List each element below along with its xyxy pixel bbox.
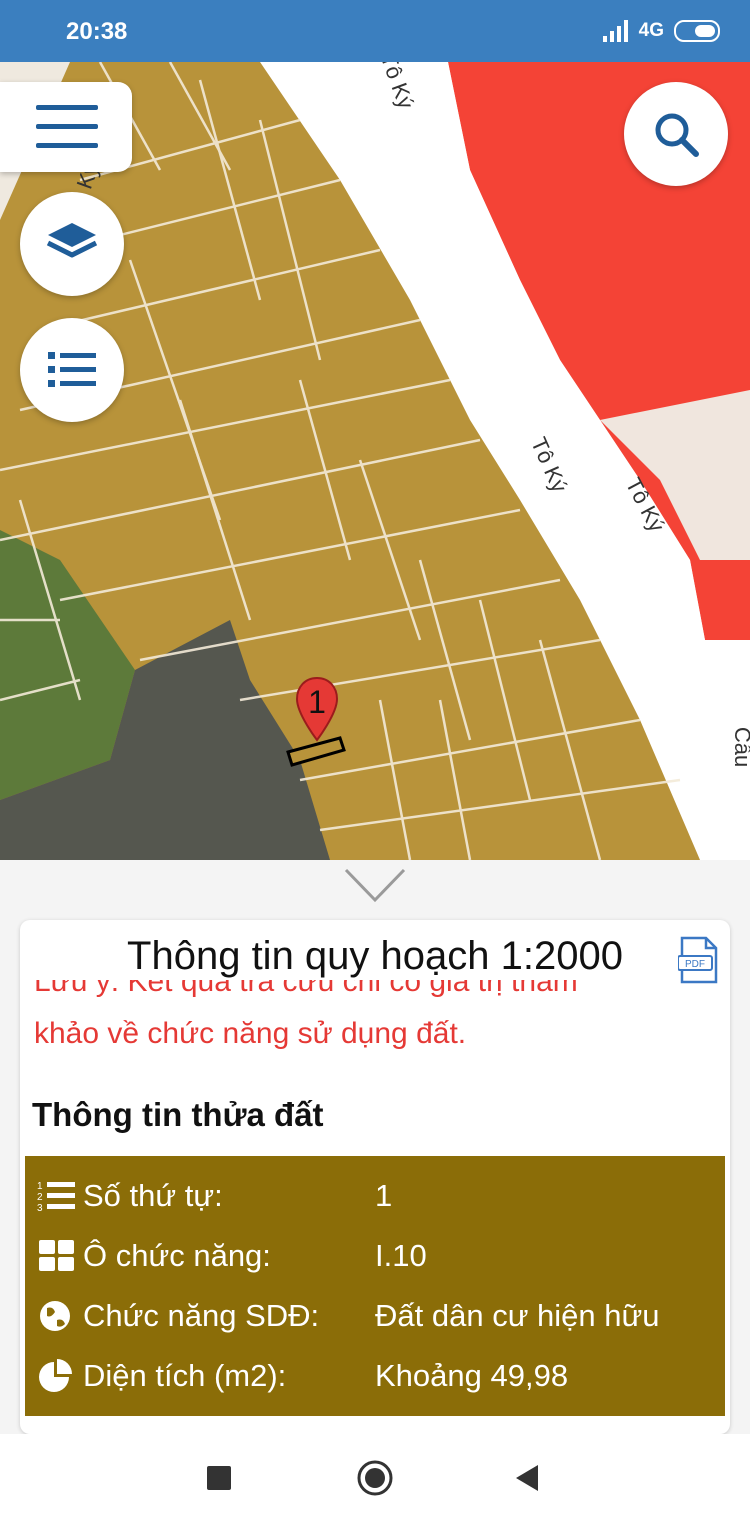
pie-chart-icon [39,1359,72,1392]
status-bar: 20:38 4G [0,0,750,62]
row-value: Khoảng 49,98 [375,1358,569,1393]
parcel-info-panel: 1 2 3 Số thứ tự: 1 Ô chức năng: I.10 Chứ… [25,1156,725,1416]
row-label: Chức năng SDĐ: [83,1298,320,1333]
note-line-2: khảo về chức năng sử dụng đất. [34,1017,467,1050]
layers-icon [46,223,98,258]
ordered-list-icon: 1 2 3 [37,1181,75,1214]
status-icons: 4G [602,16,720,46]
section-heading: Thông tin thửa đất [32,1096,324,1133]
signal-icon [602,20,628,42]
row-value: I.10 [375,1238,427,1273]
svg-text:PDF: PDF [685,959,705,970]
grid-icon [39,1240,74,1271]
network-type: 4G [638,20,664,41]
note-line-1: Lưu ý: Kết quả tra cứu chỉ có giá trị th… [34,980,578,998]
legend-list-button[interactable] [20,318,124,422]
row-value: Đất dân cư hiện hữu [375,1298,660,1333]
battery-icon [674,20,720,42]
parcel-row-land-use: Chức năng SDĐ: Đất dân cư hiện hữu [25,1286,725,1346]
navigation-bar [0,1434,750,1522]
menu-button[interactable] [0,82,132,172]
svg-text:2: 2 [37,1192,43,1203]
card-title: Thông tin quy hoạch 1:2000 [127,934,623,978]
search-icon [655,113,699,157]
row-label: Diện tích (m2): [83,1358,287,1393]
road-label: Cầu [730,726,750,768]
parcel-row-area: Diện tích (m2): Khoảng 49,98 [25,1346,725,1406]
planning-info-card: Thông tin quy hoạch 1:2000 PDF Lưu ý: Kế… [20,920,730,1434]
search-button[interactable] [624,82,728,186]
back-button[interactable] [514,1463,540,1493]
home-button[interactable] [356,1459,394,1497]
status-time: 20:38 [66,18,128,45]
map-view[interactable]: Tô Ký Tô Ký Tô Ký Cầu Tô Ký 1 [0,62,750,860]
parcel-row-function-cell: Ô chức năng: I.10 [25,1226,725,1286]
svg-text:3: 3 [37,1203,43,1214]
list-icon [48,352,96,387]
row-label: Số thứ tự: [83,1178,223,1213]
chevron-down-icon[interactable] [344,868,406,904]
parcel-row-order: 1 2 3 Số thứ tự: 1 [25,1166,725,1226]
recents-button[interactable] [205,1464,233,1492]
layers-button[interactable] [20,192,124,296]
globe-icon [40,1301,70,1331]
disclaimer-note: Lưu ý: Kết quả tra cứu chỉ có giá trị th… [34,980,724,1072]
map-canvas[interactable] [0,62,750,860]
svg-text:1: 1 [37,1181,43,1192]
pdf-icon[interactable]: PDF [678,936,718,984]
row-label: Ô chức năng: [83,1238,271,1273]
row-value: 1 [375,1178,393,1213]
marker-number: 1 [308,684,326,720]
menu-icon [36,105,98,148]
